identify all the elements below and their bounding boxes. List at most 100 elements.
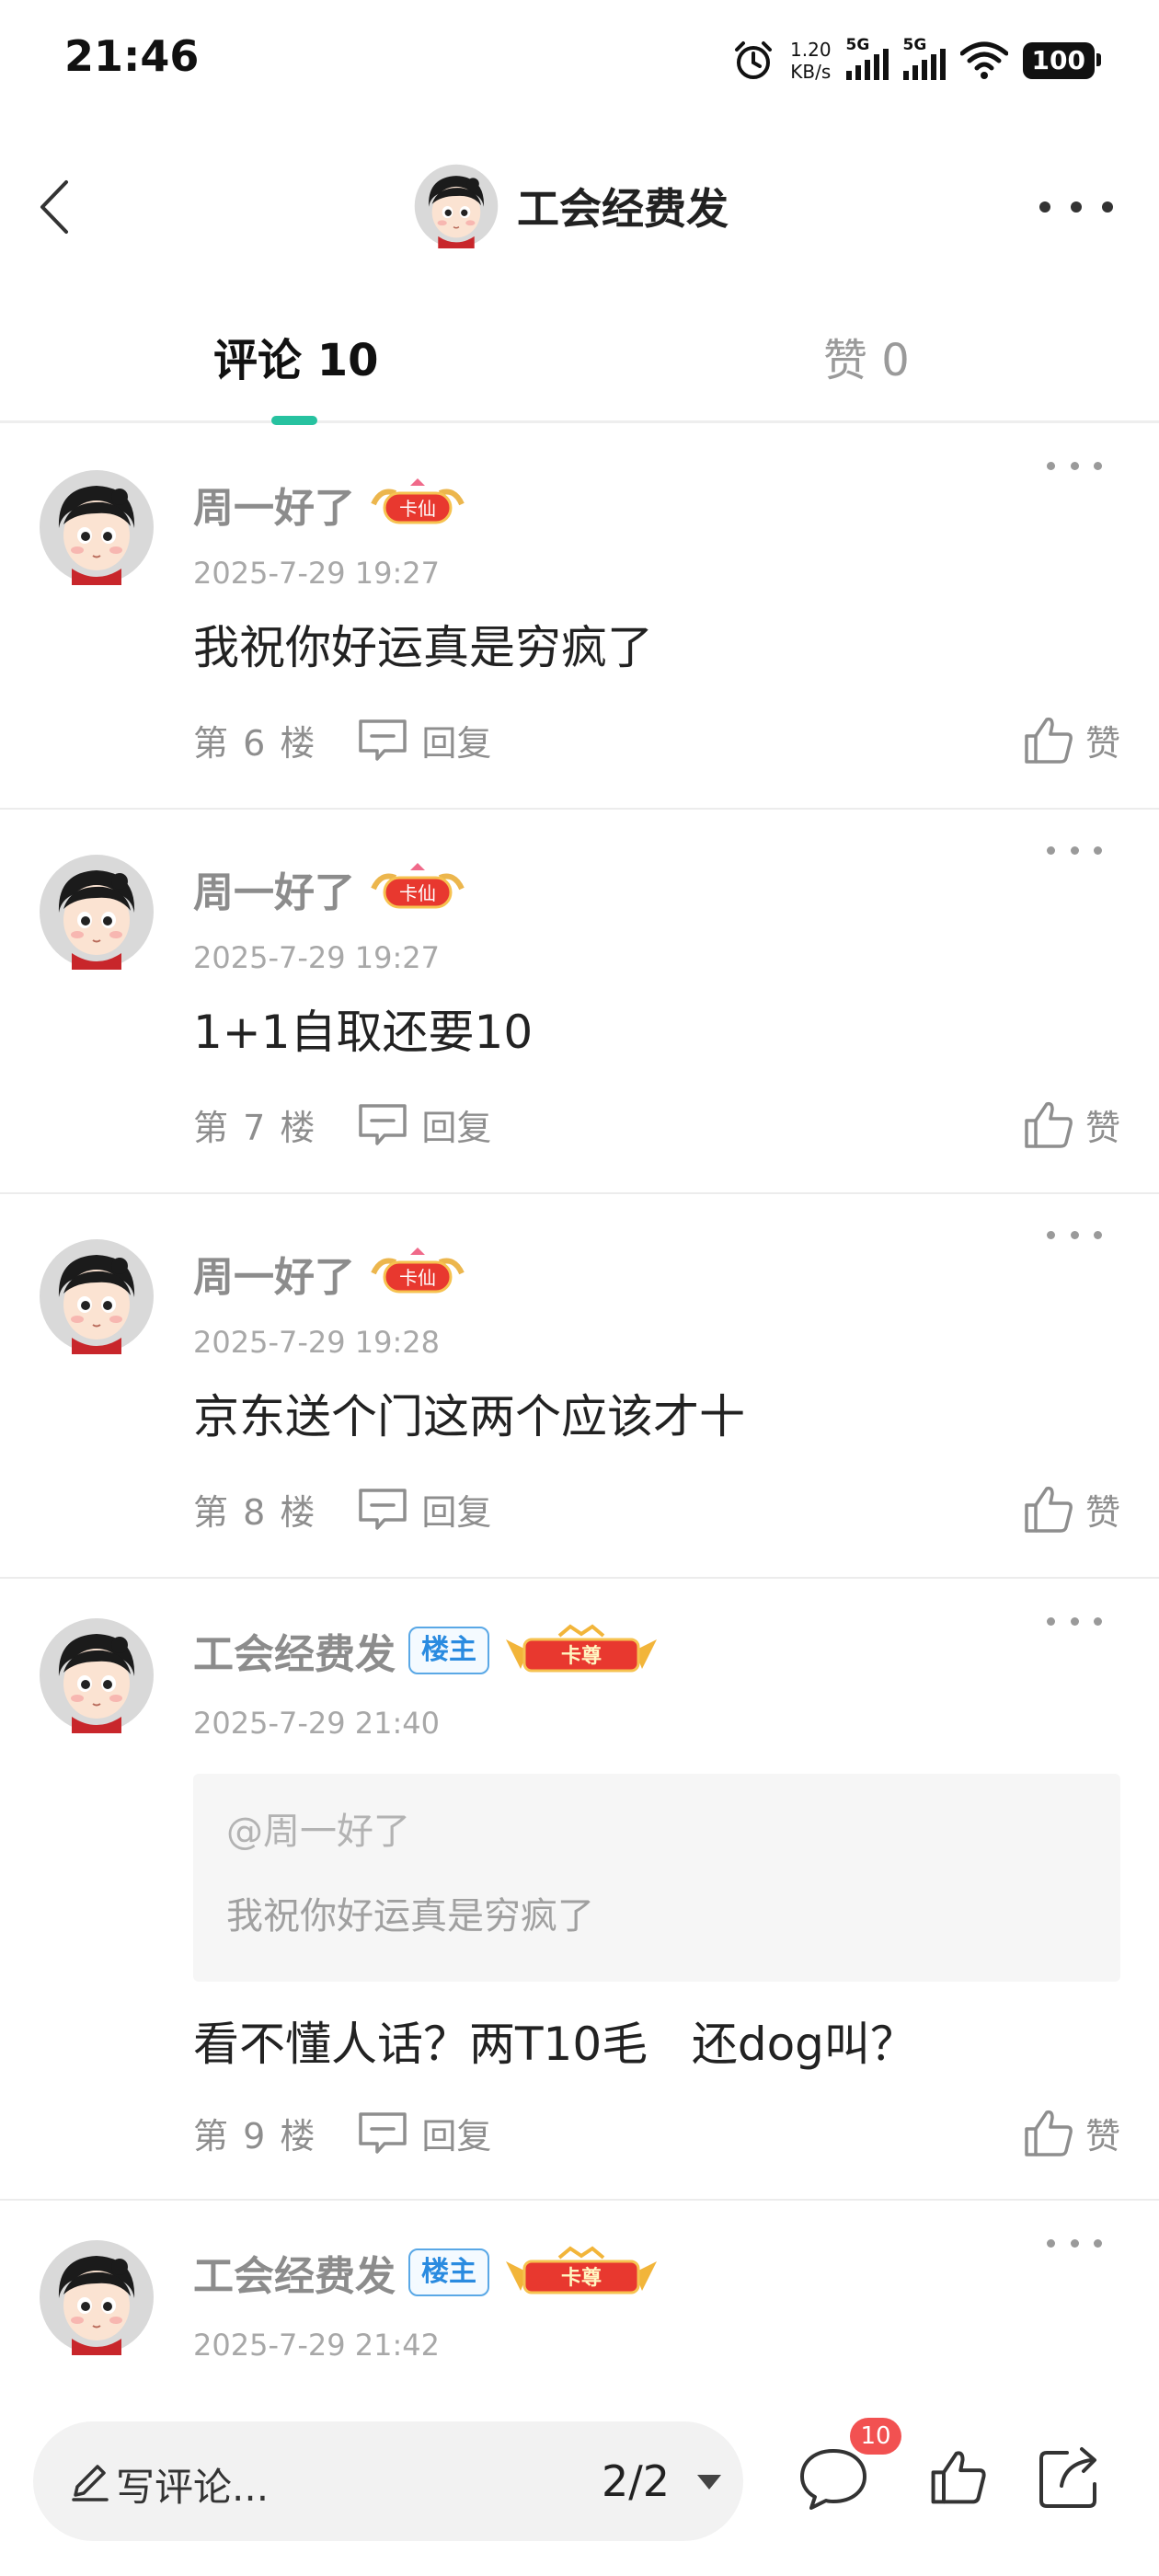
comment-header: 周一好了 卡仙	[193, 477, 467, 532]
battery-indicator: 100	[1022, 42, 1102, 79]
caret-down-icon[interactable]	[695, 2473, 723, 2491]
comment-time: 2025-7-29 21:40	[193, 1706, 440, 1741]
fan-level-text: 卡仙	[399, 882, 436, 904]
reply-icon	[359, 1489, 407, 1530]
author-avatar[interactable]	[414, 164, 499, 248]
write-comment-input[interactable]: 写评论... 2/2	[33, 2421, 743, 2541]
comment-text: 看不懂人话？两T10毛 还dog叫？	[193, 2018, 916, 2071]
comment-username[interactable]: 周一好了	[193, 475, 355, 534]
comment-item: 周一好了 卡仙 2025-7-29 19:27 我祝你好运真是穷疯了 第 6 楼…	[0, 425, 1159, 810]
reply-button[interactable]: 回复	[357, 1484, 491, 1535]
like-label: 赞	[1084, 1107, 1120, 1148]
comment-header: 工会经费发 楼主 卡尊	[193, 1623, 660, 1678]
vip-level-text: 卡尊	[561, 2266, 602, 2290]
comment-item: 周一好了 卡仙 2025-7-29 19:27 1+1自取还要10 第 7 楼 …	[0, 810, 1159, 1194]
status-bar: 21:46 1.20 KB/s 5G 5G 100	[0, 0, 1159, 120]
quoted-text: 我祝你好运真是穷疯了	[226, 1895, 594, 1938]
quoted-comment: @周一好了 我祝你好运真是穷疯了	[193, 1774, 1120, 1982]
pencil-icon	[72, 2465, 109, 2501]
signal-icon: 5G	[845, 36, 889, 80]
back-arrow-icon[interactable]	[28, 175, 92, 239]
speed-unit: KB/s	[790, 61, 832, 83]
quoted-user[interactable]: @周一好了	[226, 1801, 410, 1855]
top-nav-bar: 工会经费发	[0, 156, 1159, 258]
floor-number: 第 7 楼	[193, 1107, 317, 1148]
post-author[interactable]: 工会经费发	[414, 164, 729, 248]
sim2-label: 5G	[902, 36, 927, 54]
active-tab-indicator	[271, 416, 317, 425]
avatar[interactable]	[39, 469, 155, 585]
comment-actions: 第 7 楼 回复	[193, 1097, 491, 1152]
reply-icon	[359, 719, 407, 761]
floor-number: 第 6 楼	[193, 722, 317, 764]
fan-level-text: 卡仙	[399, 1267, 436, 1289]
comment-list: 周一好了 卡仙 2025-7-29 19:27 我祝你好运真是穷疯了 第 6 楼…	[0, 425, 1159, 2385]
comment-more-icon[interactable]	[1047, 832, 1102, 868]
share-icon[interactable]	[1034, 2440, 1107, 2513]
comment-item: 工会经费发 楼主 卡尊 2025-7-29 21:40 @周一好了 我祝你好运真…	[0, 1579, 1159, 2201]
reply-label: 回复	[421, 2115, 492, 2156]
like-button[interactable]: 赞	[1023, 1481, 1120, 1536]
comment-item: 工会经费发 楼主 卡尊 2025-7-29 21:42	[0, 2201, 1159, 2385]
reply-label: 回复	[421, 1107, 492, 1148]
comment-username[interactable]: 周一好了	[193, 859, 355, 918]
floor-number: 第 9 楼	[193, 2115, 317, 2156]
vip-level-badge: 卡尊	[506, 2246, 657, 2294]
like-label: 赞	[1084, 1491, 1120, 1533]
comment-text: 我祝你好运真是穷疯了	[193, 621, 653, 674]
comment-actions: 第 6 楼 回复	[193, 712, 491, 767]
like-button[interactable]: 赞	[1023, 712, 1120, 767]
comment-more-icon[interactable]	[1047, 1216, 1102, 1253]
op-badge: 楼主	[408, 1627, 489, 1674]
tab-comments[interactable]: 评论 10	[213, 324, 379, 388]
comment-header: 工会经费发 楼主 卡尊	[193, 2245, 660, 2300]
op-badge: 楼主	[408, 2248, 489, 2296]
thumbs-up-icon	[1025, 717, 1073, 764]
comment-actions: 第 9 楼 回复	[193, 2105, 491, 2160]
comment-actions: 第 8 楼 回复	[193, 1481, 491, 1536]
status-time: 21:46	[64, 31, 200, 81]
comment-header: 周一好了 卡仙	[193, 861, 467, 916]
avatar[interactable]	[39, 1238, 155, 1354]
thumbs-up-icon	[1025, 1101, 1073, 1148]
vip-level-badge: 卡尊	[506, 1624, 657, 1673]
comment-more-icon[interactable]	[1047, 447, 1102, 484]
thumbs-up-icon[interactable]	[922, 2440, 995, 2513]
reply-button[interactable]: 回复	[357, 1099, 491, 1150]
fan-level-badge: 卡仙	[371, 478, 465, 524]
comment-username[interactable]: 工会经费发	[193, 1621, 396, 1680]
reply-button[interactable]: 回复	[357, 715, 491, 765]
comment-more-icon[interactable]	[1047, 2225, 1102, 2261]
alarm-icon	[735, 41, 773, 79]
comment-time: 2025-7-29 21:42	[193, 2328, 440, 2363]
page-title: 工会经费发	[517, 184, 729, 234]
sim1-label: 5G	[845, 36, 870, 54]
wifi-icon	[959, 41, 1008, 79]
like-label: 赞	[1084, 722, 1120, 764]
avatar[interactable]	[39, 854, 155, 970]
comment-text: 京东送个门这两个应该才十	[193, 1390, 745, 1443]
avatar[interactable]	[39, 2239, 155, 2355]
comment-header: 周一好了 卡仙	[193, 1246, 467, 1301]
comment-username[interactable]: 工会经费发	[193, 2243, 396, 2302]
network-speed: 1.20 KB/s	[790, 39, 832, 83]
fan-level-badge: 卡仙	[371, 863, 465, 909]
comment-time: 2025-7-29 19:28	[193, 1325, 440, 1360]
tab-bar: 评论 10 赞 0	[0, 304, 1159, 425]
comment-item: 周一好了 卡仙 2025-7-29 19:28 京东送个门这两个应该才十 第 8…	[0, 1194, 1159, 1579]
comment-more-icon[interactable]	[1047, 1603, 1102, 1639]
tab-likes[interactable]: 赞 0	[823, 324, 910, 388]
vip-level-text: 卡尊	[561, 1644, 602, 1668]
thumbs-up-icon	[1025, 2110, 1073, 2156]
status-icons: 1.20 KB/s 5G 5G 100	[731, 33, 1102, 88]
page-indicator[interactable]: 2/2	[602, 2456, 670, 2506]
avatar[interactable]	[39, 1617, 155, 1733]
comment-username[interactable]: 周一好了	[193, 1244, 355, 1303]
reply-button[interactable]: 回复	[357, 2108, 491, 2158]
more-options-icon[interactable]	[1039, 184, 1113, 230]
signal-icon-2: 5G	[902, 36, 946, 80]
like-button[interactable]: 赞	[1023, 1097, 1120, 1152]
like-button[interactable]: 赞	[1023, 2105, 1120, 2160]
comment-count-badge: 10	[850, 2418, 901, 2455]
fan-level-text: 卡仙	[399, 498, 436, 520]
